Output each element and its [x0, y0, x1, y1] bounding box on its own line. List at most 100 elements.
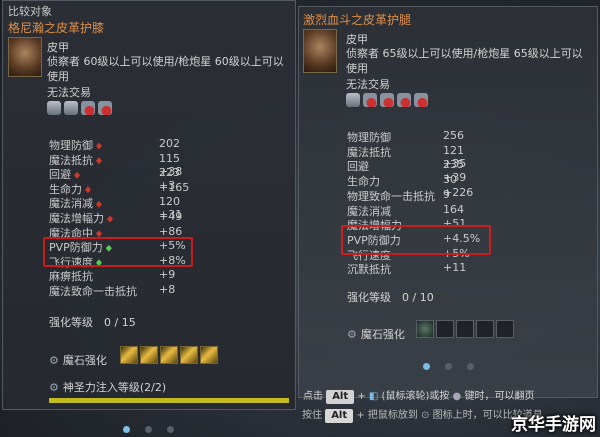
stat-label: 回避: [49, 168, 71, 182]
stone-slot[interactable]: [436, 320, 455, 338]
stat-label: 回避: [347, 160, 369, 174]
divine-row: ⚙ 神圣力注入等级(2/2): [49, 379, 166, 395]
stat-row: 回避 223 +3: [49, 166, 180, 192]
page-dot[interactable]: [423, 363, 430, 370]
stat-value: +165: [159, 180, 190, 194]
stat-value: 256: [443, 129, 464, 142]
stone-slot[interactable]: [120, 346, 139, 364]
stat-down-icon: [96, 142, 102, 150]
class-icons: [47, 101, 115, 115]
stat-label: 物理防御: [49, 139, 93, 152]
stone-slot[interactable]: [416, 320, 435, 338]
stat-row: 魔法致命一击抵抗 +8: [49, 283, 175, 299]
stone-slot[interactable]: [496, 320, 515, 338]
class-icon: [397, 93, 411, 107]
stat-label: 魔法增幅力: [49, 212, 104, 225]
enhance-level: 强化等级 0 / 15: [49, 316, 136, 329]
divine-label: 神圣力注入等级(2/2): [62, 381, 167, 394]
stat-down-icon: [107, 215, 113, 223]
stone-slots: [416, 320, 516, 341]
stone-slot[interactable]: [200, 346, 219, 364]
stat-row: 生命力 +165: [49, 181, 189, 197]
stat-down-icon: [96, 157, 102, 165]
wheel-icon: ●: [452, 391, 462, 402]
stat-row: 魔法增幅力 +49: [49, 210, 182, 226]
class-icon: [47, 101, 61, 115]
stone-slot[interactable]: [476, 320, 495, 338]
stone-row: ⚙ 魔石强化: [347, 320, 516, 342]
stone-label: 魔石强化: [360, 328, 405, 341]
slot-icon: ⊙: [421, 410, 430, 421]
stone-row: ⚙ 魔石强化: [49, 346, 220, 368]
stone-slot[interactable]: [180, 346, 199, 364]
hint-text: + 把鼠标放到: [356, 410, 418, 421]
item-name: 格尼瀚之皮革护膝: [8, 21, 105, 35]
stone-slot[interactable]: [160, 346, 179, 364]
hint-text: 点击: [303, 391, 323, 402]
stat-down-icon: [96, 200, 102, 208]
stat-down-icon: [85, 186, 91, 194]
stat-value: 9: [443, 187, 450, 201]
stat-label: 生命力: [49, 182, 82, 196]
stat-value: +8: [159, 283, 176, 296]
item-icon: [303, 29, 337, 73]
item-icon: [8, 37, 42, 77]
stat-label: 魔法抵抗: [347, 145, 391, 159]
stat-value: +49: [159, 210, 183, 223]
class-icon: [346, 93, 360, 107]
stat-row: 魔法抵抗 121 +35: [347, 144, 466, 170]
stat-label: 魔法致命一击抵抗: [49, 285, 137, 298]
class-icon: [81, 101, 95, 115]
class-icon: [414, 93, 428, 107]
class-icon: [64, 101, 78, 115]
hint-text: 键时，可以翻页: [464, 391, 535, 402]
stat-value: 164: [443, 202, 464, 216]
stat-row: 生命力 30 +226: [347, 173, 473, 199]
stat-row: 物理致命一击抵抗 9: [347, 188, 450, 204]
gear-icon: ⚙: [49, 381, 59, 394]
hint-text: (鼠标滚轮)或按: [381, 391, 450, 402]
stat-label: 物理防御: [347, 131, 391, 144]
stone-slot[interactable]: [456, 320, 475, 338]
stat-label: 麻痹抵抗: [49, 270, 93, 284]
trade-status: 无法交易: [47, 86, 91, 99]
hint-compare: 按住 Alt + 把鼠标放到 ⊙ 图标上时，可以比较道具: [302, 406, 543, 423]
gear-icon: ⚙: [49, 354, 59, 367]
enhance-level: 强化等级 0 / 10: [347, 291, 434, 304]
stat-label: 生命力: [347, 175, 380, 189]
page-dot[interactable]: [123, 426, 130, 433]
hint-text: 按住: [302, 410, 322, 421]
page-dot[interactable]: [467, 363, 474, 370]
highlight-box: [43, 237, 193, 267]
item-requirement: 侦察者 60级以上可以使用/枪炮星 60级以上可以使用: [47, 55, 284, 83]
item-requirement: 侦察者 65级以上可以使用/枪炮星 65级以上可以使用: [346, 47, 583, 75]
stat-row: 麻痹抵抗 +9: [49, 268, 175, 284]
hint-text: +: [357, 391, 366, 402]
item-tooltip-panel: 激烈血斗之皮革护腿 皮甲 侦察者 65级以上可以使用/枪炮星 65级以上可以使用…: [298, 6, 598, 404]
page-dot[interactable]: [167, 426, 174, 433]
stat-down-icon: [74, 171, 80, 179]
stone-slots: [120, 346, 220, 367]
item-name: 激烈血斗之皮革护腿: [303, 13, 412, 27]
stat-row: 魔法消减 120 +31: [49, 195, 182, 221]
divine-bar: [49, 398, 289, 403]
stone-slot[interactable]: [140, 346, 159, 364]
class-icon: [363, 93, 377, 107]
page-dot[interactable]: [145, 426, 152, 433]
stat-row: 物理防御 202: [49, 137, 180, 153]
item-type: 皮甲: [47, 41, 69, 54]
stat-value: +9: [159, 268, 176, 282]
stat-row: 魔法消减 164: [347, 203, 464, 219]
compare-tooltip-panel: 比较对象 格尼瀚之皮革护膝 皮甲 侦察者 60级以上可以使用/枪炮星 60级以上…: [2, 0, 296, 410]
stat-label: 魔法消减: [49, 197, 93, 211]
stat-label: 魔法抵抗: [49, 153, 93, 167]
mouse-icon: ◧: [368, 391, 379, 402]
compare-header: 比较对象: [8, 5, 52, 18]
class-icon: [380, 93, 394, 107]
stat-label: 魔法消减: [347, 204, 391, 218]
page-dot[interactable]: [445, 363, 452, 370]
stat-label: 沉默抵抗: [347, 263, 391, 277]
stat-label: 物理致命一击抵抗: [347, 189, 435, 203]
stat-row: 物理防御 256: [347, 129, 464, 145]
watermark: 京华手游网: [511, 415, 596, 435]
